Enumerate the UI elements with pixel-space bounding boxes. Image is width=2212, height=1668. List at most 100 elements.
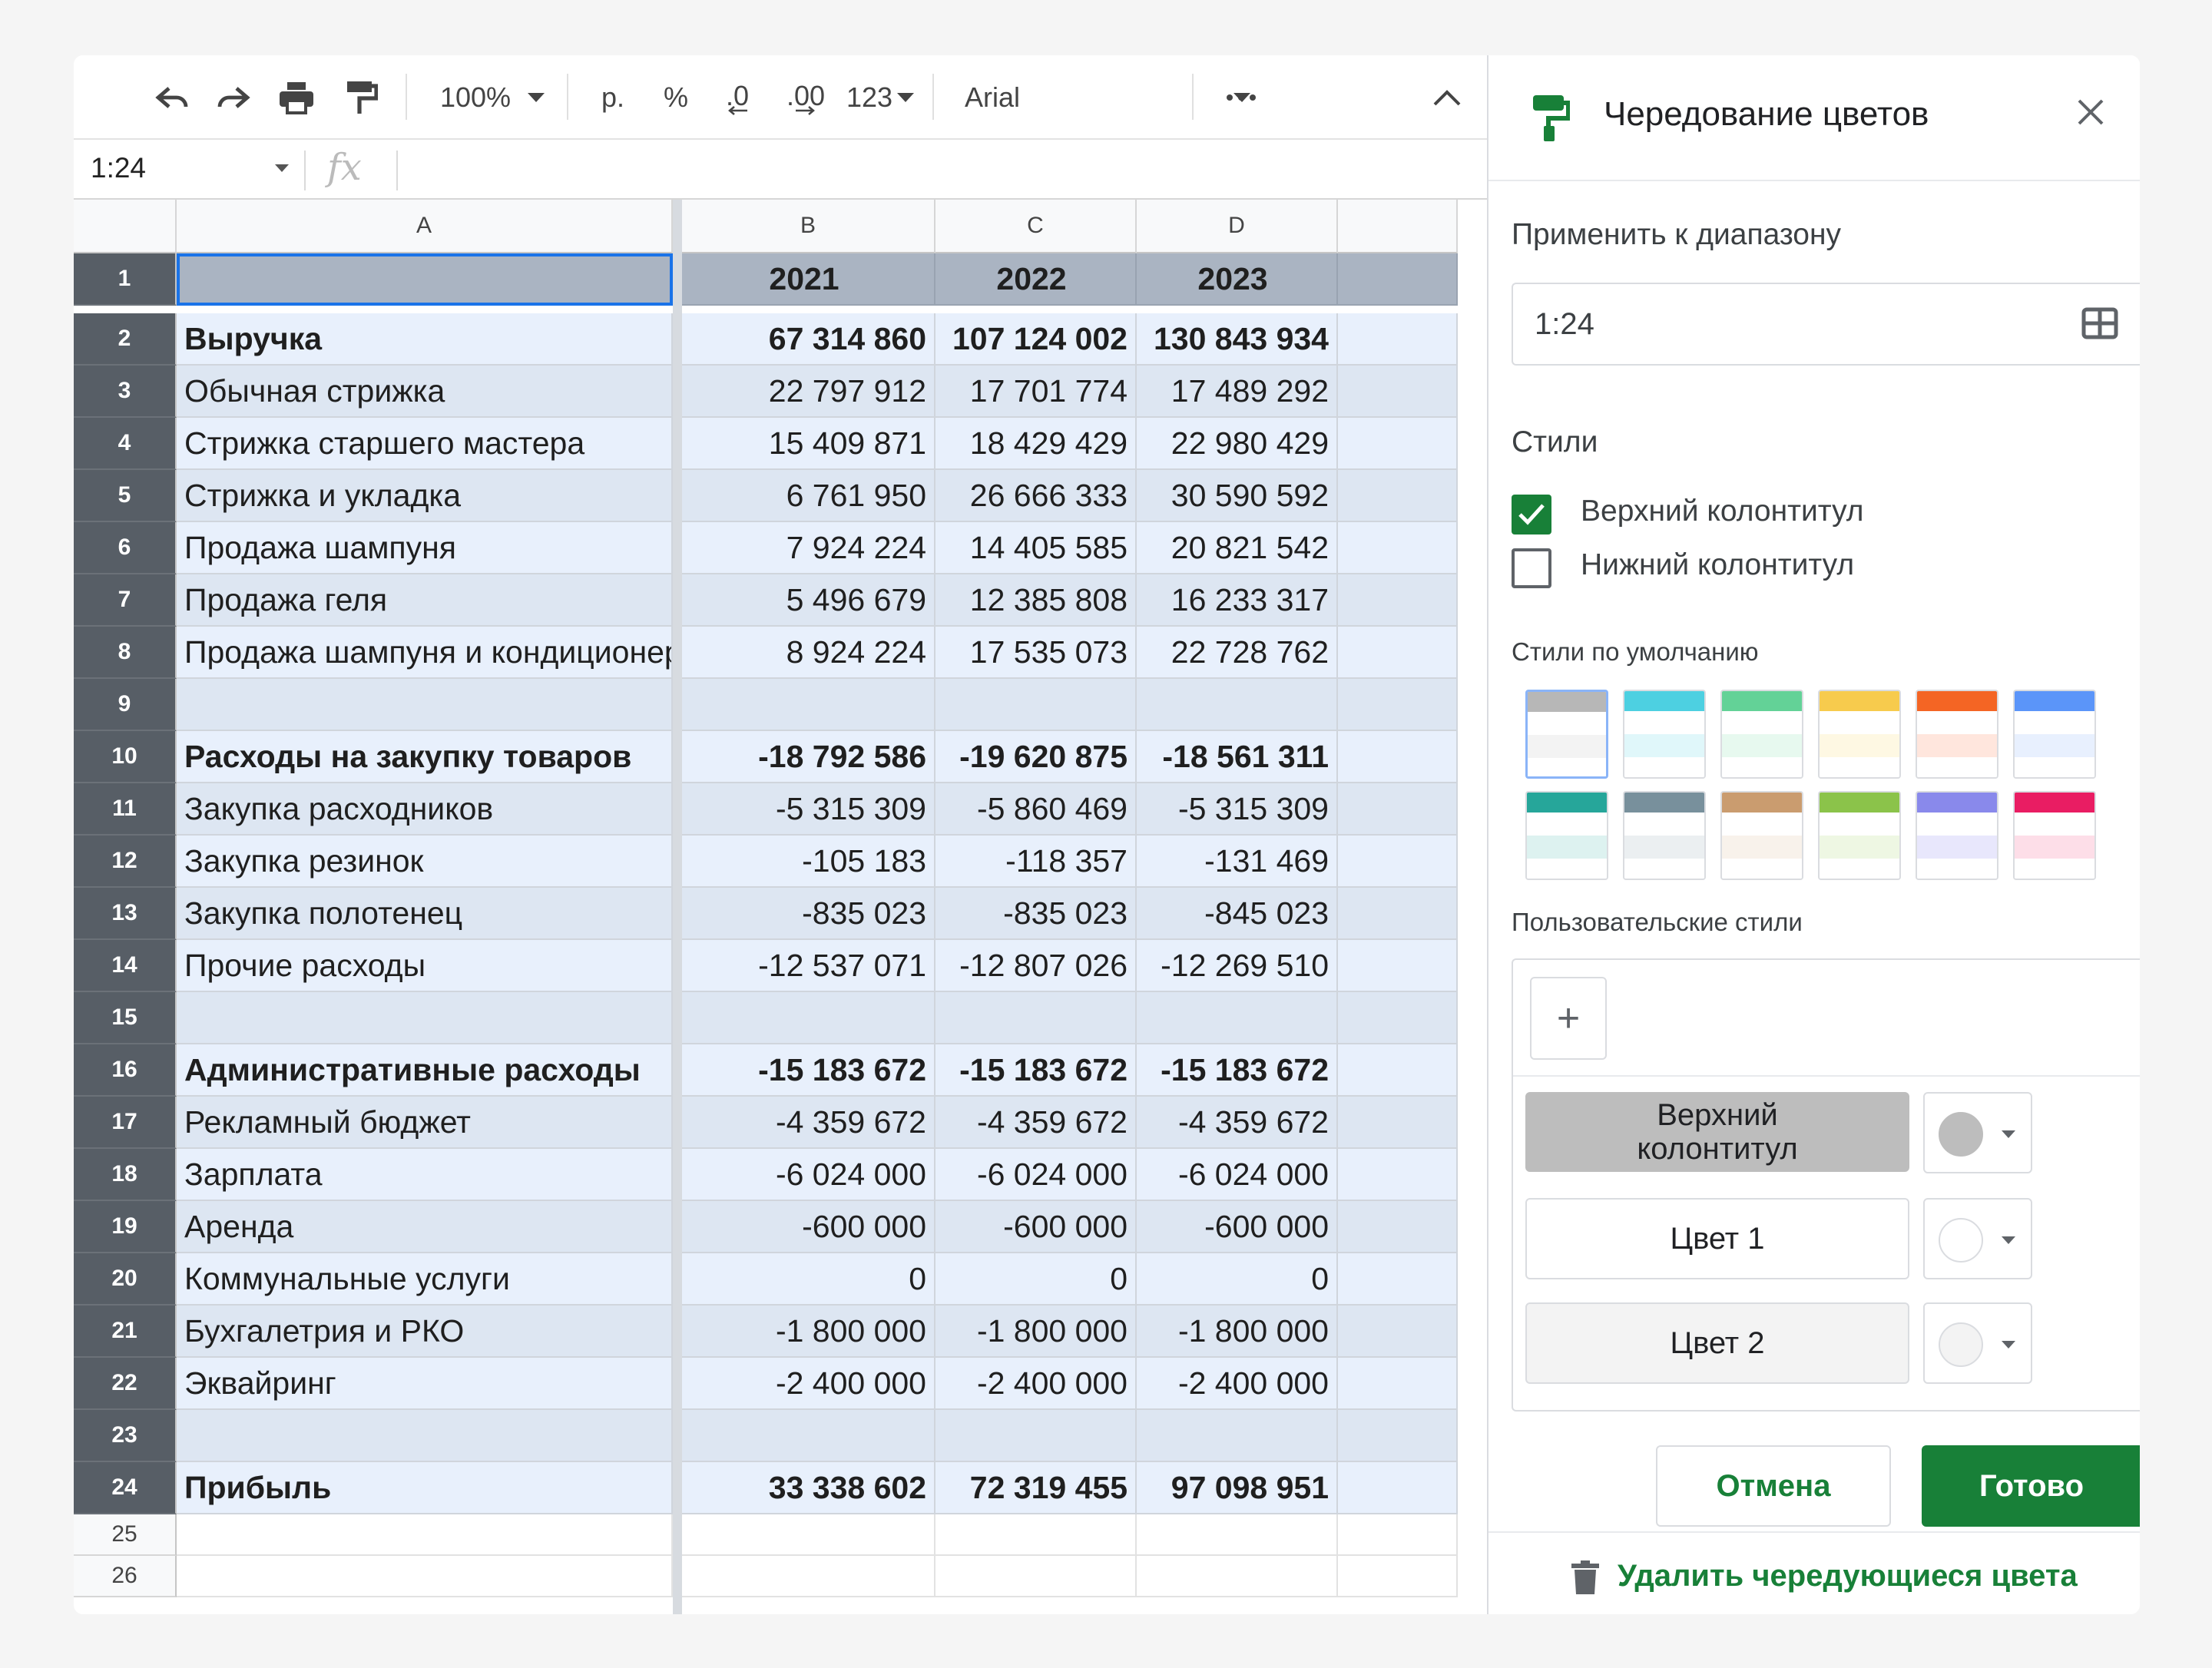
row-header[interactable]: 16 — [74, 1044, 177, 1097]
cell-e[interactable] — [1338, 1556, 1458, 1597]
cell-b[interactable]: 67 314 860 — [682, 313, 935, 366]
cell-e[interactable] — [1338, 1201, 1458, 1253]
cell-d[interactable]: -845 023 — [1137, 888, 1338, 940]
cell-e[interactable] — [1338, 992, 1458, 1044]
cell-a[interactable]: Рекламный бюджет — [177, 1097, 673, 1149]
row-header[interactable]: 3 — [74, 366, 177, 418]
cell-a[interactable] — [177, 679, 673, 731]
cell-b[interactable]: 7 924 224 — [682, 522, 935, 574]
default-style-swatch[interactable] — [1623, 791, 1706, 880]
cell-e[interactable] — [1338, 418, 1458, 470]
cell-a[interactable]: Обычная стрижка — [177, 366, 673, 418]
cell-d[interactable]: -4 359 672 — [1137, 1097, 1338, 1149]
cell-d[interactable]: -5 315 309 — [1137, 783, 1338, 836]
row-header[interactable]: 11 — [74, 783, 177, 836]
cell-b[interactable]: -4 359 672 — [682, 1097, 935, 1149]
cell-e[interactable] — [1338, 1253, 1458, 1306]
column-header-e[interactable] — [1338, 200, 1458, 253]
cell-a[interactable]: Закупка полотенец — [177, 888, 673, 940]
cell-e[interactable] — [1338, 1514, 1458, 1556]
row-header[interactable]: 14 — [74, 940, 177, 992]
cell-b[interactable]: 22 797 912 — [682, 366, 935, 418]
cell-b[interactable]: 8 924 224 — [682, 627, 935, 679]
cell-b[interactable]: -12 537 071 — [682, 940, 935, 992]
cell-c[interactable]: -118 357 — [935, 836, 1137, 888]
color2-role-button[interactable]: Цвет 2 — [1525, 1302, 1909, 1384]
increase-decimal-button[interactable]: .00 — [779, 74, 833, 121]
cell-c[interactable]: -4 359 672 — [935, 1097, 1137, 1149]
done-button[interactable]: Готово — [1922, 1445, 2140, 1527]
cell-d[interactable]: 2023 — [1137, 253, 1338, 306]
cell-e[interactable] — [1338, 313, 1458, 366]
cell-c[interactable]: -600 000 — [935, 1201, 1137, 1253]
cell-c[interactable]: 107 124 002 — [935, 313, 1137, 366]
row-header[interactable]: 6 — [74, 522, 177, 574]
row-header[interactable]: 23 — [74, 1410, 177, 1462]
redo-icon[interactable] — [212, 74, 255, 121]
cell-b[interactable]: -15 183 672 — [682, 1044, 935, 1097]
cell-a[interactable]: Аренда — [177, 1201, 673, 1253]
cell-c[interactable]: 2022 — [935, 253, 1137, 306]
cell-b[interactable]: 33 338 602 — [682, 1462, 935, 1514]
remove-alternating-colors-link[interactable]: Удалить чередующиеся цвета — [1618, 1559, 2078, 1594]
cell-b[interactable]: -18 792 586 — [682, 731, 935, 783]
cell-e[interactable] — [1338, 836, 1458, 888]
default-style-swatch[interactable] — [1916, 791, 1998, 880]
cell-e[interactable] — [1338, 1149, 1458, 1201]
cell-c[interactable]: -1 800 000 — [935, 1306, 1137, 1358]
header-color-picker[interactable] — [1923, 1092, 2032, 1173]
cell-b[interactable]: -6 024 000 — [682, 1149, 935, 1201]
cell-c[interactable] — [935, 1514, 1137, 1556]
cell-b[interactable]: -1 800 000 — [682, 1306, 935, 1358]
cell-c[interactable]: 12 385 808 — [935, 574, 1137, 627]
cell-c[interactable]: -19 620 875 — [935, 731, 1137, 783]
column-header-a[interactable]: A — [177, 200, 673, 253]
cell-a[interactable] — [177, 1514, 673, 1556]
cell-e[interactable] — [1338, 574, 1458, 627]
cell-b[interactable] — [682, 1410, 935, 1462]
cell-b[interactable] — [682, 1514, 935, 1556]
chevron-down-icon[interactable] — [275, 164, 289, 172]
cell-b[interactable]: 0 — [682, 1253, 935, 1306]
header-checkbox[interactable] — [1512, 495, 1551, 534]
cell-e[interactable] — [1338, 888, 1458, 940]
cell-b[interactable]: 6 761 950 — [682, 470, 935, 522]
cell-d[interactable] — [1137, 992, 1338, 1044]
default-style-swatch[interactable] — [2013, 690, 2096, 779]
cell-c[interactable]: -6 024 000 — [935, 1149, 1137, 1201]
cell-b[interactable]: 15 409 871 — [682, 418, 935, 470]
cell-b[interactable]: -600 000 — [682, 1201, 935, 1253]
cell-c[interactable] — [935, 1410, 1137, 1462]
cell-e[interactable] — [1338, 1358, 1458, 1410]
close-icon[interactable] — [2077, 98, 2104, 130]
cell-c[interactable]: 14 405 585 — [935, 522, 1137, 574]
percent-button[interactable]: % — [659, 74, 693, 121]
cell-b[interactable]: -105 183 — [682, 836, 935, 888]
decrease-decimal-button[interactable]: .0 — [714, 74, 760, 121]
more-formats-button[interactable]: 123 — [842, 74, 919, 121]
cell-a[interactable] — [177, 992, 673, 1044]
default-style-swatch[interactable] — [1525, 690, 1608, 779]
cell-e[interactable] — [1338, 731, 1458, 783]
row-header[interactable]: 22 — [74, 1358, 177, 1410]
more-icon[interactable] — [1218, 74, 1264, 121]
cell-c[interactable] — [935, 992, 1137, 1044]
cell-a[interactable]: Продажа геля — [177, 574, 673, 627]
collapse-icon[interactable] — [1426, 74, 1469, 121]
undo-icon[interactable] — [151, 74, 194, 121]
cell-e[interactable] — [1338, 522, 1458, 574]
cancel-button[interactable]: Отмена — [1656, 1445, 1891, 1527]
cell-a[interactable]: Расходы на закупку товаров — [177, 731, 673, 783]
cell-d[interactable]: -131 469 — [1137, 836, 1338, 888]
header-role-button[interactable]: Верхний колонтитул — [1525, 1092, 1909, 1172]
cell-c[interactable]: -835 023 — [935, 888, 1137, 940]
trash-icon[interactable] — [1571, 1560, 1599, 1598]
row-header[interactable]: 2 — [74, 313, 177, 366]
cell-e[interactable] — [1338, 1410, 1458, 1462]
frozen-column-divider[interactable] — [673, 200, 682, 1614]
cell-d[interactable]: 17 489 292 — [1137, 366, 1338, 418]
column-header-b[interactable]: B — [682, 200, 935, 253]
cell-a[interactable]: Продажа шампуня и кондиционера — [177, 627, 673, 679]
cell-a[interactable]: Зарплата — [177, 1149, 673, 1201]
row-header[interactable]: 15 — [74, 992, 177, 1044]
